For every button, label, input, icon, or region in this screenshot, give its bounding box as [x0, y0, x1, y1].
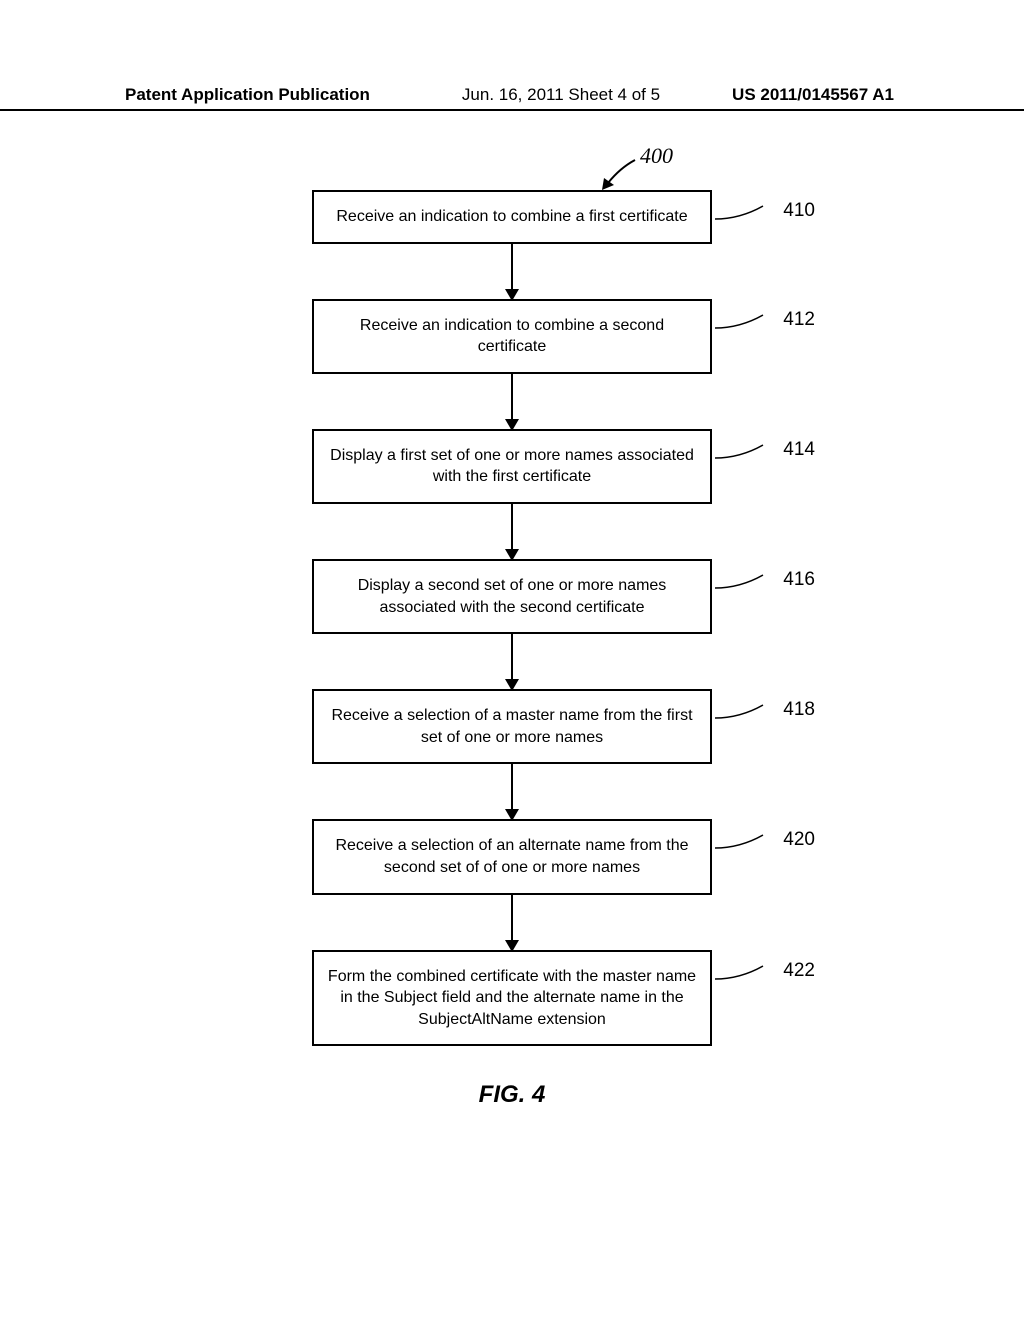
header-date-sheet: Jun. 16, 2011 Sheet 4 of 5 [442, 85, 660, 105]
flow-step-414: Display a first set of one or more names… [312, 429, 712, 504]
flow-step-418: Receive a selection of a master name fro… [312, 689, 712, 764]
header-publication: Patent Application Publication [125, 85, 370, 105]
flow-step-text: Display a first set of one or more names… [330, 447, 694, 486]
flow-step-label: 414 [783, 437, 815, 463]
flow-step-text: Form the combined certificate with the m… [328, 968, 696, 1028]
label-connector-icon [715, 703, 765, 723]
page-header: Patent Application Publication Jun. 16, … [0, 85, 1024, 111]
flow-step-text: Receive an indication to combine a first… [336, 208, 687, 225]
flow-step-text: Display a second set of one or more name… [358, 577, 667, 616]
label-connector-icon [715, 833, 765, 853]
flow-step-label: 422 [783, 958, 815, 984]
flow-step-420: Receive a selection of an alternate name… [312, 819, 712, 894]
figure-caption: FIG. 4 [479, 1081, 546, 1109]
label-connector-icon [715, 204, 765, 224]
flow-step-text: Receive a selection of a master name fro… [331, 707, 692, 746]
label-connector-icon [715, 573, 765, 593]
label-connector-icon [715, 443, 765, 463]
label-connector-icon [715, 964, 765, 984]
arrow-down-icon [511, 244, 513, 299]
flow-step-416: Display a second set of one or more name… [312, 559, 712, 634]
flow-step-text: Receive a selection of an alternate name… [335, 837, 688, 876]
flow-step-text: Receive an indication to combine a secon… [360, 317, 664, 356]
flowchart: Receive an indication to combine a first… [0, 130, 1024, 1109]
flow-step-label: 416 [783, 567, 815, 593]
arrow-down-icon [511, 504, 513, 559]
header-patent-number: US 2011/0145567 A1 [732, 85, 894, 105]
arrow-down-icon [511, 764, 513, 819]
arrow-down-icon [511, 634, 513, 689]
flow-step-label: 418 [783, 697, 815, 723]
label-connector-icon [715, 313, 765, 333]
flow-step-412: Receive an indication to combine a secon… [312, 299, 712, 374]
flow-step-410: Receive an indication to combine a first… [312, 190, 712, 244]
arrow-down-icon [511, 374, 513, 429]
flow-step-422: Form the combined certificate with the m… [312, 950, 712, 1047]
flow-step-label: 410 [783, 198, 815, 224]
flow-step-label: 412 [783, 307, 815, 333]
arrow-down-icon [511, 895, 513, 950]
flow-step-label: 420 [783, 827, 815, 853]
